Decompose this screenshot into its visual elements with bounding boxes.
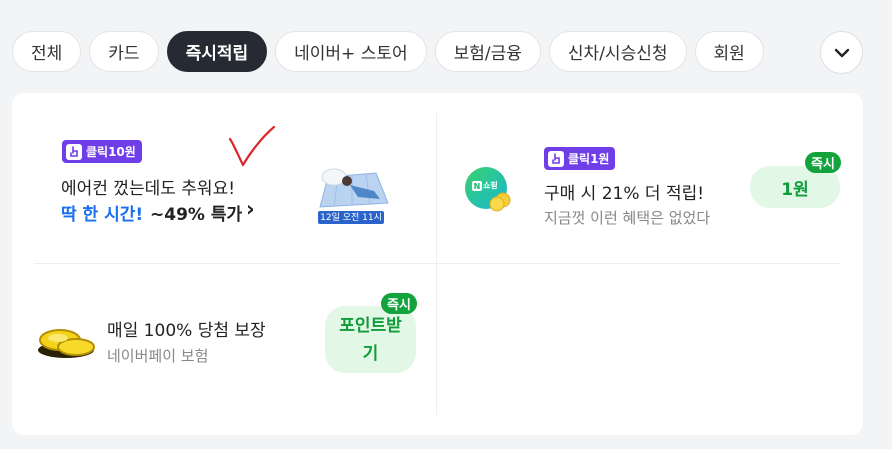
instant-tag: 즉시 bbox=[805, 152, 841, 173]
tab-fade-overlay bbox=[770, 28, 820, 76]
chevron-right-icon: › bbox=[246, 197, 255, 221]
hand-pointer-icon bbox=[66, 143, 82, 160]
naver-n-icon: N bbox=[472, 181, 482, 191]
gold-coin-stack-icon bbox=[38, 329, 95, 358]
offer-shopping[interactable]: N 쇼핑 클릭1원 구매 시 21% 더 적립! 지금껏 이런 혜택은 없었다 … bbox=[437, 93, 863, 263]
shopping-logo-label: 쇼핑 bbox=[483, 181, 498, 190]
chevron-down-icon bbox=[834, 48, 849, 57]
badge-label: 클릭1원 bbox=[568, 152, 610, 166]
offer-highlight: 딱 한 시간! bbox=[61, 205, 144, 225]
tab-all[interactable]: 전체 bbox=[12, 31, 82, 72]
offer-subtitle: 지금껏 이런 혜택은 없었다 bbox=[544, 209, 711, 227]
get-points-button[interactable]: 포인트받기 bbox=[325, 306, 416, 373]
checkmark-annotation-icon bbox=[228, 125, 276, 167]
category-tabs: 전체 카드 즉시적립 네이버+ 스토어 보험/금융 신차/시승신청 회원 bbox=[12, 31, 812, 73]
click-reward-badge: 클릭10원 bbox=[62, 140, 142, 163]
tab-membership[interactable]: 회원 bbox=[694, 31, 764, 72]
offer-aircon[interactable]: 클릭10원 에어컨 껐는데도 추워요! 딱 한 시간! ~49% 특가 › 12… bbox=[12, 93, 436, 263]
tab-card[interactable]: 카드 bbox=[89, 31, 159, 72]
offer-discount: ~49% 특가 bbox=[150, 205, 243, 225]
instant-tag: 즉시 bbox=[381, 293, 417, 314]
more-tabs-button[interactable] bbox=[820, 31, 863, 74]
offer-subtitle: 네이버페이 보험 bbox=[107, 347, 209, 365]
offer-title: 매일 100% 당첨 보장 bbox=[107, 321, 266, 341]
offer-insurance[interactable]: 매일 100% 당첨 보장 네이버페이 보험 포인트받기 즉시 bbox=[12, 264, 436, 435]
hand-pointer-icon bbox=[548, 150, 564, 167]
badge-label: 클릭10원 bbox=[86, 145, 136, 159]
tab-instant-reward[interactable]: 즉시적립 bbox=[166, 31, 268, 72]
reward-offers-card: 클릭10원 에어컨 껐는데도 추워요! 딱 한 시간! ~49% 특가 › 12… bbox=[12, 93, 863, 435]
coin-icon bbox=[489, 192, 511, 212]
tab-insurance-finance[interactable]: 보험/금융 bbox=[434, 31, 541, 72]
offer-title: 구매 시 21% 더 적립! bbox=[544, 184, 705, 204]
tab-new-car-test-drive[interactable]: 신차/시승신청 bbox=[548, 31, 687, 72]
image-caption: 12일 오전 11시 bbox=[320, 213, 382, 223]
click-reward-badge: 클릭1원 bbox=[544, 147, 616, 170]
tab-naver-plus-store[interactable]: 네이버+ 스토어 bbox=[275, 31, 427, 72]
offer-title: 에어컨 껐는데도 추워요! bbox=[61, 179, 236, 199]
